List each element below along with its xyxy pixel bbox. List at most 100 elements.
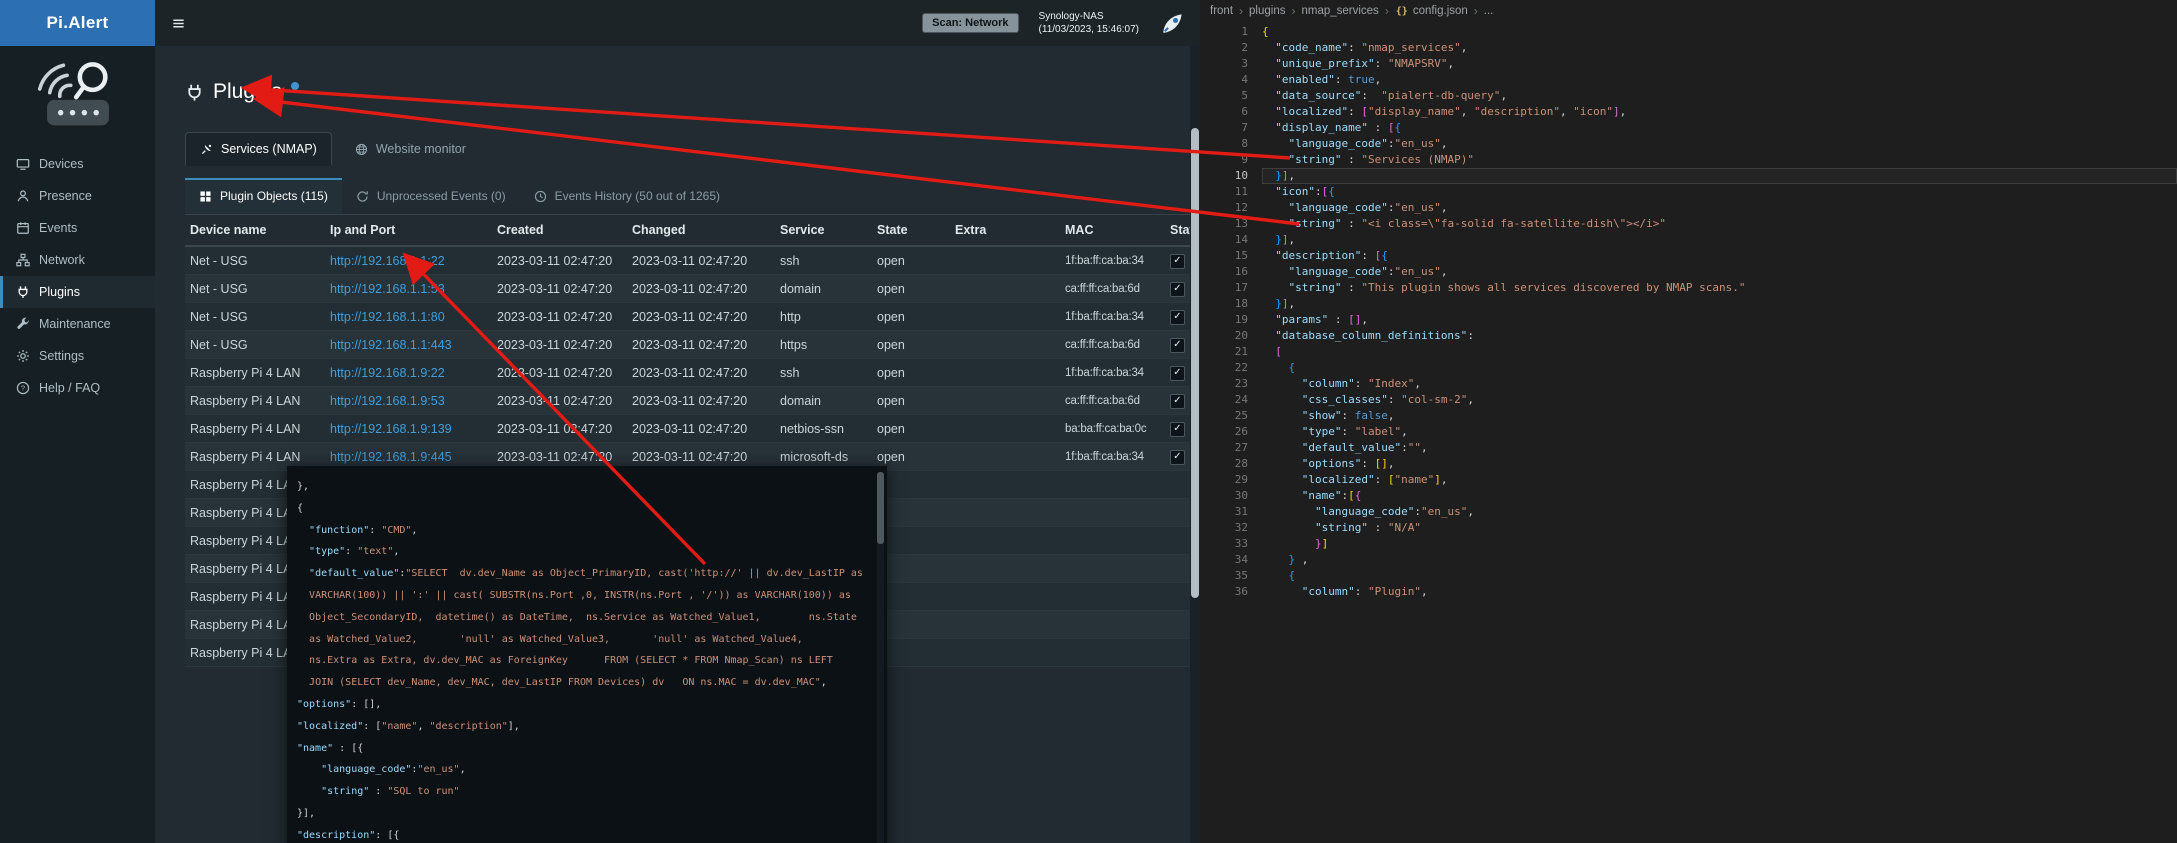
editor-line-13[interactable]: 13 "string" : "<i class=\"fa-solid fa-sa… [1200,216,2177,232]
editor-line-8[interactable]: 8 "language_code":"en_us", [1200,136,2177,152]
app-logo[interactable]: Pi.Alert [0,0,155,46]
sidebar-item-help-faq[interactable]: ?Help / FAQ [0,372,155,404]
row-checkbox[interactable]: ✓ [1170,310,1185,325]
editor-line-2[interactable]: 2 "code_name": "nmap_services", [1200,40,2177,56]
row-checkbox[interactable]: ✓ [1170,394,1185,409]
editor-line-21[interactable]: 21 [ [1200,344,2177,360]
subtab-unprocessed-events-0[interactable]: Unprocessed Events (0) [342,178,520,214]
editor-line-10[interactable]: 10 }], [1200,168,2177,184]
breadcrumb-item-[interactable]: ... [1484,5,1494,17]
editor-line-34[interactable]: 34 } , [1200,552,2177,568]
column-header-mac[interactable]: MAC [1060,215,1165,246]
editor-line-14[interactable]: 14 }], [1200,232,2177,248]
editor-line-6[interactable]: 6 "localized": ["display_name", "descrip… [1200,104,2177,120]
sidebar-item-devices[interactable]: Devices [0,148,155,180]
editor-line-27[interactable]: 27 "default_value":"", [1200,440,2177,456]
column-header-extra[interactable]: Extra [950,215,1060,246]
editor-line-3[interactable]: 3 "unique_prefix": "NMAPSRV", [1200,56,2177,72]
navbar-right-icon[interactable] [1159,10,1186,37]
editor-line-31[interactable]: 31 "language_code":"en_us", [1200,504,2177,520]
breadcrumb-item-plugins[interactable]: plugins [1249,5,1285,17]
editor-line-24[interactable]: 24 "css_classes": "col-sm-2", [1200,392,2177,408]
column-header-changed[interactable]: Changed [627,215,775,246]
tab-services-nmap[interactable]: Services (NMAP) [185,132,332,166]
column-header-ip-and-port[interactable]: Ip and Port [325,215,492,246]
ip-port-link[interactable]: http://192.168.1.1:443 [330,338,452,352]
chevron-right-icon: › [1239,4,1243,18]
window-scrollbar-thumb[interactable] [1191,128,1199,598]
editor-line-19[interactable]: 19 "params" : [], [1200,312,2177,328]
breadcrumb-item-front[interactable]: front [1210,5,1233,17]
sidebar-item-settings[interactable]: Settings [0,340,155,372]
row-checkbox[interactable]: ✓ [1170,450,1185,465]
column-header-state[interactable]: State [872,215,950,246]
subtab-plugin-objects-115[interactable]: Plugin Objects (115) [185,178,342,214]
editor-line-12[interactable]: 12 "language_code":"en_us", [1200,200,2177,216]
editor-line-35[interactable]: 35 { [1200,568,2177,584]
column-header-created[interactable]: Created [492,215,627,246]
line-code: "localized": ["name"], [1262,472,2177,488]
sidebar-item-presence[interactable]: Presence [0,180,155,212]
editor-line-28[interactable]: 28 "options": [], [1200,456,2177,472]
editor-line-25[interactable]: 25 "show": false, [1200,408,2177,424]
ip-port-link[interactable]: http://192.168.1.9:445 [330,450,452,464]
cell-extra [950,443,1060,471]
editor-line-20[interactable]: 20 "database_column_definitions": [1200,328,2177,344]
editor-line-23[interactable]: 23 "column": "Index", [1200,376,2177,392]
row-checkbox[interactable]: ✓ [1170,422,1185,437]
editor-line-33[interactable]: 33 }] [1200,536,2177,552]
row-checkbox[interactable]: ✓ [1170,282,1185,297]
ip-port-link[interactable]: http://192.168.1.1:22 [330,254,445,268]
line-code: "string" : "N/A" [1262,520,2177,536]
column-header-device-name[interactable]: Device name [185,215,325,246]
editor-line-30[interactable]: 30 "name":[{ [1200,488,2177,504]
table-header-row: Device nameIp and PortCreatedChangedServ… [185,215,1190,246]
overlay-code-line: as Watched_Value2, 'null' as Watched_Val… [297,629,873,651]
breadcrumb-item-nmap-services[interactable]: nmap_services [1301,5,1378,17]
table-row: Net - USGhttp://192.168.1.1:4432023-03-1… [185,331,1190,359]
editor-line-5[interactable]: 5 "data_source": "pialert-db-query", [1200,88,2177,104]
help-tooltip-dot[interactable] [291,82,299,90]
ip-port-link[interactable]: http://192.168.1.1:53 [330,282,445,296]
page-title: Plugins [213,80,282,104]
sidebar-item-events[interactable]: Events [0,212,155,244]
cell-stat [1165,527,1190,555]
editor-line-11[interactable]: 11 "icon":[{ [1200,184,2177,200]
hamburger-menu-button[interactable] [155,0,201,46]
cell-created: 2023-03-11 02:47:20 [492,246,627,275]
cell-stat [1165,611,1190,639]
overlay-scrollbar[interactable] [877,472,884,843]
editor-line-22[interactable]: 22 { [1200,360,2177,376]
subtab-events-history-50-out-of-1265[interactable]: Events History (50 out of 1265) [520,178,734,214]
ip-port-link[interactable]: http://192.168.1.9:139 [330,422,452,436]
ip-port-link[interactable]: http://192.168.1.1:80 [330,310,445,324]
editor-line-15[interactable]: 15 "description": [{ [1200,248,2177,264]
editor-line-17[interactable]: 17 "string" : "This plugin shows all ser… [1200,280,2177,296]
editor-line-4[interactable]: 4 "enabled": true, [1200,72,2177,88]
row-checkbox[interactable]: ✓ [1170,338,1185,353]
editor-line-36[interactable]: 36 "column": "Plugin", [1200,584,2177,600]
ip-port-link[interactable]: http://192.168.1.9:53 [330,394,445,408]
row-checkbox[interactable]: ✓ [1170,254,1185,269]
tab-website-monitor[interactable]: Website monitor [340,132,481,166]
editor-line-1[interactable]: 1{ [1200,24,2177,40]
row-checkbox[interactable]: ✓ [1170,366,1185,381]
editor-line-26[interactable]: 26 "type": "label", [1200,424,2177,440]
globe-icon [355,143,368,156]
sidebar-item-maintenance[interactable]: Maintenance [0,308,155,340]
ip-port-link[interactable]: http://192.168.1.9:22 [330,366,445,380]
cell-changed: 2023-03-11 02:47:20 [627,415,775,443]
window-scrollbar[interactable] [1190,46,1200,843]
breadcrumb-item-config-json[interactable]: {}config.json [1395,4,1468,18]
editor-line-32[interactable]: 32 "string" : "N/A" [1200,520,2177,536]
editor-line-7[interactable]: 7 "display_name" : [{ [1200,120,2177,136]
column-header-stat[interactable]: Stat [1165,215,1190,246]
editor-line-18[interactable]: 18 }], [1200,296,2177,312]
editor-line-29[interactable]: 29 "localized": ["name"], [1200,472,2177,488]
sidebar-item-network[interactable]: Network [0,244,155,276]
editor-line-9[interactable]: 9 "string" : "Services (NMAP)" [1200,152,2177,168]
column-header-service[interactable]: Service [775,215,872,246]
overlay-scrollbar-thumb[interactable] [877,472,884,544]
sidebar-item-plugins[interactable]: Plugins [0,276,155,308]
editor-line-16[interactable]: 16 "language_code":"en_us", [1200,264,2177,280]
